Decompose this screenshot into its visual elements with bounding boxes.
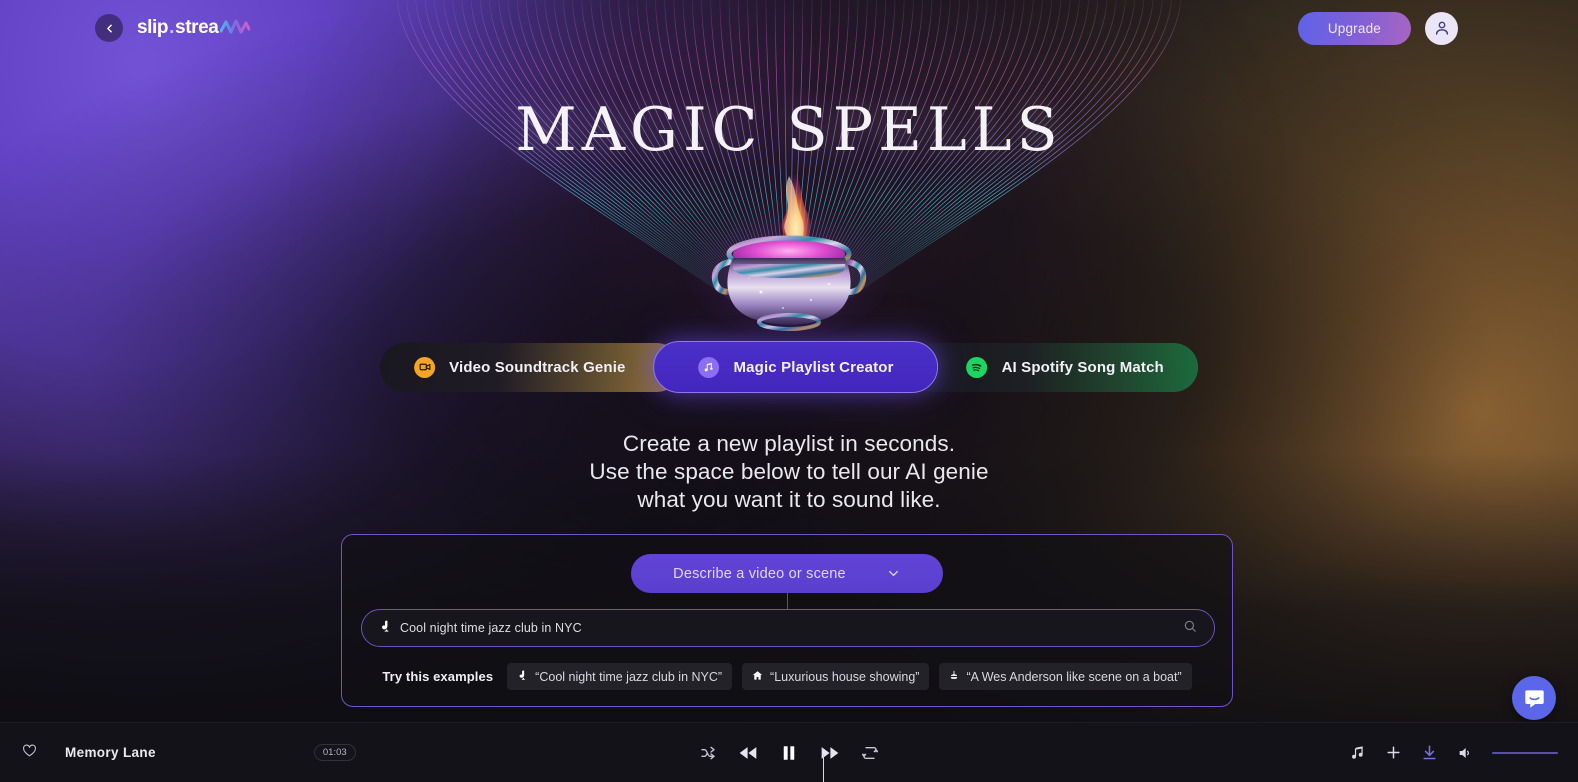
example-chip-jazz-club[interactable]: “Cool night time jazz club in NYC” (507, 663, 733, 690)
shuffle-icon[interactable] (700, 745, 716, 761)
page-title: MAGIC SPELLS (515, 95, 1063, 165)
avatar[interactable] (1425, 11, 1458, 45)
download-icon[interactable] (1421, 744, 1438, 761)
player-controls (700, 742, 878, 764)
example-chip-label: “Luxurious house showing” (770, 669, 920, 684)
search-icon[interactable] (1183, 619, 1197, 638)
media-player-bar: Memory Lane 01:03 (0, 722, 1578, 782)
dropdown-label: Describe a video or scene (673, 565, 846, 582)
tagline: Create a new playlist in seconds. Use th… (589, 430, 988, 514)
chat-bubble-icon[interactable] (1512, 676, 1556, 720)
repeat-icon[interactable] (862, 745, 878, 761)
tab-label: Video Soundtrack Genie (449, 358, 626, 376)
music-note-icon[interactable] (1350, 745, 1366, 761)
example-chip-label: “Cool night time jazz club in NYC” (535, 669, 723, 684)
prompt-type-dropdown[interactable]: Describe a video or scene (631, 554, 943, 593)
upgrade-button[interactable]: Upgrade (1297, 11, 1411, 45)
app-root: MAGIC SPELLS slip . strea Upgrade Video … (0, 0, 1578, 782)
brand-name-part2: strea (175, 17, 219, 38)
track-time: 01:03 (313, 744, 356, 761)
player-track-info: Memory Lane 01:03 (0, 743, 356, 763)
example-chip-house-showing[interactable]: “Luxurious house showing” (742, 663, 930, 690)
brand-logo[interactable]: slip . strea (137, 17, 251, 41)
brand-separator: . (169, 17, 175, 38)
header-actions: Upgrade (1297, 11, 1458, 45)
boat-icon (949, 669, 959, 684)
examples-label: Try this examples (382, 669, 494, 684)
house-icon (752, 670, 763, 684)
pause-icon[interactable] (780, 742, 798, 764)
mode-tabs: Video Soundtrack Genie Magic Playlist Cr… (380, 341, 1198, 393)
chevron-left-icon (106, 24, 112, 32)
example-prompts: Try this examples “Cool night time jazz … (342, 663, 1232, 690)
back-button[interactable] (95, 14, 123, 42)
tagline-line-3: what you want it to sound like. (637, 487, 941, 512)
tagline-line-1: Create a new playlist in seconds. (622, 431, 956, 456)
saxophone-icon (379, 619, 392, 638)
spotify-icon (966, 356, 988, 378)
tab-label: Magic Playlist Creator (733, 358, 894, 376)
volume-slider[interactable] (1492, 751, 1558, 754)
rewind-icon[interactable] (737, 743, 759, 763)
heart-icon[interactable] (22, 743, 37, 763)
music-note-icon (698, 356, 720, 378)
tab-ai-spotify-song-match[interactable]: AI Spotify Song Match (910, 342, 1198, 392)
search-input-value: Cool night time jazz club in NYC (400, 621, 582, 635)
player-right-actions (1350, 744, 1578, 761)
user-icon (1435, 21, 1448, 35)
tab-magic-playlist-creator[interactable]: Magic Playlist Creator (653, 341, 939, 393)
saxophone-icon (517, 669, 528, 684)
playhead[interactable] (823, 754, 825, 782)
video-camera-icon (414, 356, 436, 378)
tab-label: AI Spotify Song Match (1001, 358, 1164, 376)
brand-name-part1: slip (137, 17, 169, 38)
magic-cauldron-icon (679, 150, 899, 338)
volume-icon[interactable] (1457, 745, 1473, 761)
tagline-line-2: Use the space below to tell our AI genie (589, 459, 989, 484)
example-chip-label: “A Wes Anderson like scene on a boat” (966, 669, 1182, 684)
example-chip-wes-anderson-boat[interactable]: “A Wes Anderson like scene on a boat” (939, 663, 1192, 690)
track-title: Memory Lane (65, 745, 156, 760)
prompt-panel: Describe a video or scene Cool night tim… (341, 534, 1233, 707)
plus-icon[interactable] (1385, 744, 1402, 761)
wave-icon (219, 19, 251, 41)
chevron-down-icon (888, 570, 898, 577)
app-header: slip . strea Upgrade (0, 0, 1578, 56)
tab-video-soundtrack-genie[interactable]: Video Soundtrack Genie (380, 342, 682, 392)
search-input[interactable]: Cool night time jazz club in NYC (361, 609, 1215, 647)
